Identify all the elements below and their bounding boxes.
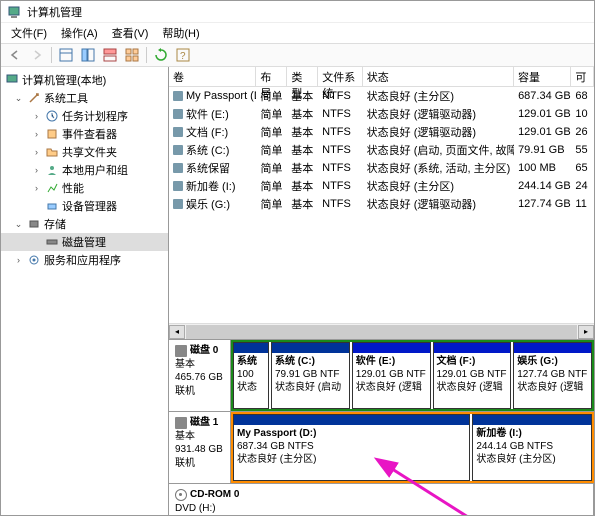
app-icon bbox=[7, 5, 21, 19]
device-icon bbox=[45, 199, 59, 213]
content-pane: 卷 布局 类型 文件系统 状态 容量 可 My Passport (D:) 简单… bbox=[169, 67, 594, 515]
volume-icon bbox=[173, 199, 183, 209]
volume-icon bbox=[173, 163, 183, 173]
help-button[interactable]: ? bbox=[173, 45, 193, 65]
partition[interactable]: 文档 (F:)129.01 GB NTF状态良好 (逻辑 bbox=[433, 342, 512, 409]
partition[interactable]: 系统 (C:)79.91 GB NTF状态良好 (启动 bbox=[271, 342, 350, 409]
scroll-left-button[interactable]: ◂ bbox=[169, 325, 185, 339]
table-header: 卷 布局 类型 文件系统 状态 容量 可 bbox=[169, 67, 594, 87]
tree-event-viewer[interactable]: › 事件查看器 bbox=[1, 125, 168, 143]
svg-text:?: ? bbox=[180, 51, 186, 62]
volume-table: 卷 布局 类型 文件系统 状态 容量 可 My Passport (D:) 简单… bbox=[169, 67, 594, 339]
partition[interactable]: My Passport (D:)687.34 GB NTFS状态良好 (主分区) bbox=[233, 414, 470, 481]
disk-0-label: 磁盘 0 基本 465.76 GB 联机 bbox=[169, 340, 231, 411]
expand-icon[interactable]: › bbox=[31, 147, 42, 158]
table-row[interactable]: 系统 (C:) 简单 基本 NTFS 状态良好 (启动, 页面文件, 故障转储,… bbox=[169, 141, 594, 159]
partition[interactable]: 新加卷 (I:)244.14 GB NTFS状态良好 (主分区) bbox=[472, 414, 592, 481]
menu-bar: 文件(F) 操作(A) 查看(V) 帮助(H) bbox=[1, 23, 594, 43]
table-row[interactable]: 新加卷 (I:) 简单 基本 NTFS 状态良好 (主分区) 244.14 GB… bbox=[169, 177, 594, 195]
tree-task-scheduler[interactable]: › 任务计划程序 bbox=[1, 107, 168, 125]
header-volume[interactable]: 卷 bbox=[169, 67, 256, 86]
view-button-2[interactable] bbox=[78, 45, 98, 65]
tools-icon bbox=[27, 91, 41, 105]
scroll-right-button[interactable]: ▸ bbox=[578, 325, 594, 339]
forward-button[interactable] bbox=[27, 45, 47, 65]
partition[interactable]: 软件 (E:)129.01 GB NTF状态良好 (逻辑 bbox=[352, 342, 431, 409]
menu-action[interactable]: 操作(A) bbox=[55, 23, 104, 43]
expand-icon[interactable]: › bbox=[31, 183, 42, 194]
header-capacity[interactable]: 容量 bbox=[514, 67, 571, 86]
tree-device-manager[interactable]: 设备管理器 bbox=[1, 197, 168, 215]
tree-system-tools[interactable]: ⌄ 系统工具 bbox=[1, 89, 168, 107]
table-row[interactable]: 文档 (F:) 简单 基本 NTFS 状态良好 (逻辑驱动器) 129.01 G… bbox=[169, 123, 594, 141]
volume-icon bbox=[173, 91, 183, 101]
disk-1-label: 磁盘 1 基本 931.48 GB 联机 bbox=[169, 412, 231, 483]
expand-icon[interactable]: › bbox=[31, 111, 42, 122]
disk-graphic-panel: 磁盘 0 基本 465.76 GB 联机 系统100状态 系统 (C:)79.9… bbox=[169, 339, 594, 515]
horizontal-scrollbar[interactable]: ◂ ▸ bbox=[169, 323, 594, 339]
disk-row-0[interactable]: 磁盘 0 基本 465.76 GB 联机 系统100状态 系统 (C:)79.9… bbox=[169, 340, 594, 412]
tree-services[interactable]: › 服务和应用程序 bbox=[1, 251, 168, 269]
expand-icon[interactable]: › bbox=[13, 255, 24, 266]
header-free[interactable]: 可 bbox=[571, 67, 594, 86]
table-row[interactable]: My Passport (D:) 简单 基本 NTFS 状态良好 (主分区) 6… bbox=[169, 87, 594, 105]
window-title: 计算机管理 bbox=[27, 4, 82, 20]
volume-icon bbox=[173, 181, 183, 191]
volume-icon bbox=[173, 127, 183, 137]
tree-root[interactable]: 计算机管理(本地) bbox=[1, 71, 168, 89]
disk-icon bbox=[45, 235, 59, 249]
table-row[interactable]: 软件 (E:) 简单 基本 NTFS 状态良好 (逻辑驱动器) 129.01 G… bbox=[169, 105, 594, 123]
storage-icon bbox=[27, 217, 41, 231]
folder-icon bbox=[45, 145, 59, 159]
back-button[interactable] bbox=[5, 45, 25, 65]
disk-icon bbox=[175, 417, 187, 429]
scroll-thumb[interactable] bbox=[186, 325, 577, 339]
tree-disk-management[interactable]: 磁盘管理 bbox=[1, 233, 168, 251]
services-icon bbox=[27, 253, 41, 267]
view-button-3[interactable] bbox=[100, 45, 120, 65]
expand-icon[interactable]: › bbox=[31, 129, 42, 140]
partition[interactable]: 娱乐 (G:)127.74 GB NTF状态良好 (逻辑 bbox=[513, 342, 592, 409]
disk-1-partitions: My Passport (D:)687.34 GB NTFS状态良好 (主分区)… bbox=[231, 412, 594, 483]
disk-row-1[interactable]: 磁盘 1 基本 931.48 GB 联机 My Passport (D:)687… bbox=[169, 412, 594, 484]
cd-icon bbox=[175, 489, 187, 501]
header-layout[interactable]: 布局 bbox=[256, 67, 287, 86]
computer-icon bbox=[5, 73, 19, 87]
menu-help[interactable]: 帮助(H) bbox=[156, 23, 205, 43]
volume-icon bbox=[173, 109, 183, 119]
table-row[interactable]: 娱乐 (G:) 简单 基本 NTFS 状态良好 (逻辑驱动器) 127.74 G… bbox=[169, 195, 594, 213]
expand-icon[interactable]: › bbox=[31, 165, 42, 176]
perf-icon bbox=[45, 181, 59, 195]
disk-row-cdrom[interactable]: CD-ROM 0 DVD (H:) bbox=[169, 484, 594, 515]
users-icon bbox=[45, 163, 59, 177]
collapse-icon[interactable]: ⌄ bbox=[13, 93, 24, 104]
event-icon bbox=[45, 127, 59, 141]
tree-local-users[interactable]: › 本地用户和组 bbox=[1, 161, 168, 179]
menu-view[interactable]: 查看(V) bbox=[106, 23, 155, 43]
header-type[interactable]: 类型 bbox=[287, 67, 318, 86]
cdrom-label: CD-ROM 0 DVD (H:) bbox=[169, 484, 594, 515]
tree-performance[interactable]: › 性能 bbox=[1, 179, 168, 197]
title-bar: 计算机管理 bbox=[1, 1, 594, 23]
partition[interactable]: 系统100状态 bbox=[233, 342, 269, 409]
refresh-button[interactable] bbox=[151, 45, 171, 65]
tree-storage[interactable]: ⌄ 存储 bbox=[1, 215, 168, 233]
toolbar: ? bbox=[1, 43, 594, 67]
header-filesystem[interactable]: 文件系统 bbox=[318, 67, 363, 86]
view-button-1[interactable] bbox=[56, 45, 76, 65]
nav-tree: 计算机管理(本地) ⌄ 系统工具 › 任务计划程序 › 事件查看器 › 共享文件… bbox=[1, 67, 169, 515]
table-row[interactable]: 系统保留 简单 基本 NTFS 状态良好 (系统, 活动, 主分区) 100 M… bbox=[169, 159, 594, 177]
volume-icon bbox=[173, 145, 183, 155]
collapse-icon[interactable]: ⌄ bbox=[13, 219, 24, 230]
view-button-4[interactable] bbox=[122, 45, 142, 65]
tree-shared-folders[interactable]: › 共享文件夹 bbox=[1, 143, 168, 161]
menu-file[interactable]: 文件(F) bbox=[5, 23, 53, 43]
clock-icon bbox=[45, 109, 59, 123]
disk-0-partitions: 系统100状态 系统 (C:)79.91 GB NTF状态良好 (启动 软件 (… bbox=[231, 340, 594, 411]
header-status[interactable]: 状态 bbox=[363, 67, 514, 86]
disk-icon bbox=[175, 345, 187, 357]
